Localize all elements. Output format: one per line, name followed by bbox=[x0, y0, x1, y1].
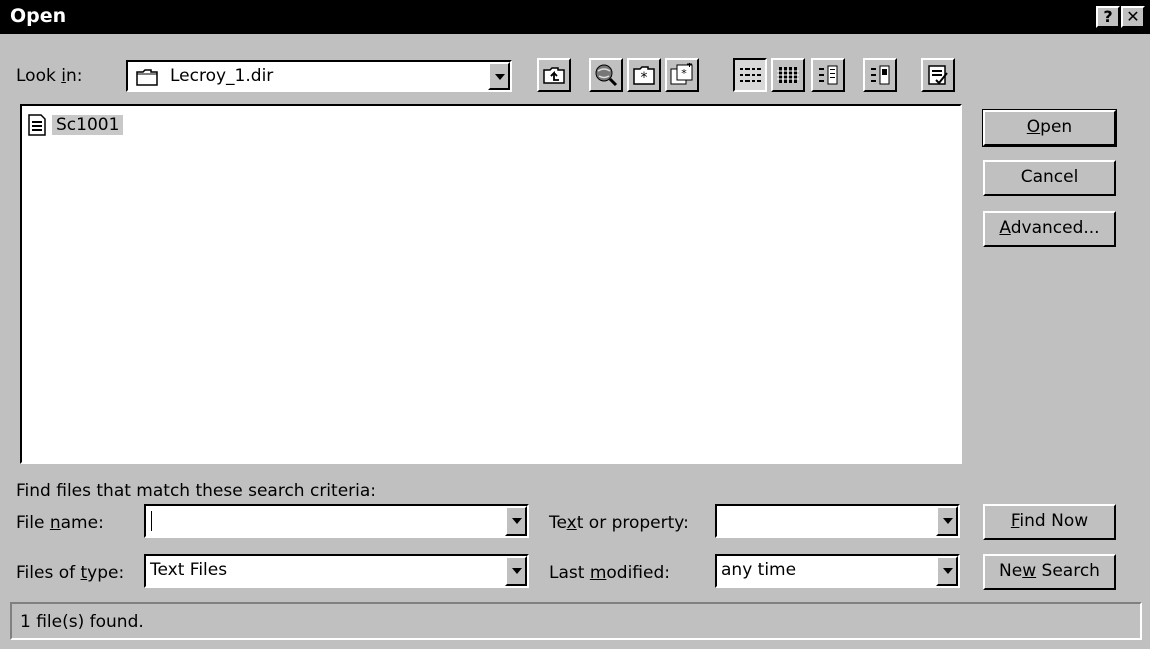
close-button[interactable]: ✕ bbox=[1121, 6, 1145, 28]
text-property-label: Text or property: bbox=[549, 513, 689, 533]
files-of-type-label: Files of type: bbox=[16, 563, 125, 583]
svg-text:*: * bbox=[681, 67, 687, 80]
add-favorites-icon: * bbox=[633, 66, 655, 85]
look-in-label: Look in: bbox=[16, 66, 83, 86]
preview-view-button[interactable] bbox=[863, 58, 897, 92]
list-item[interactable]: Sc1001 bbox=[28, 114, 124, 136]
files-of-type-combo[interactable]: Text Files bbox=[144, 554, 529, 588]
text-property-dropdown-button[interactable] bbox=[936, 506, 958, 536]
file-list[interactable]: Sc1001 bbox=[20, 104, 962, 464]
search-web-icon bbox=[595, 64, 618, 87]
look-in-combo[interactable]: Lecroy_1.dir bbox=[126, 60, 512, 92]
search-web-button[interactable] bbox=[589, 58, 623, 92]
look-in-favorites-button[interactable]: * bbox=[665, 58, 699, 92]
open-button[interactable]: Open bbox=[982, 109, 1117, 147]
look-in-value: Lecroy_1.dir bbox=[170, 66, 274, 86]
file-name: Sc1001 bbox=[52, 115, 124, 135]
add-favorites-button[interactable]: * bbox=[627, 58, 661, 92]
commands-settings-icon bbox=[928, 65, 948, 85]
commands-settings-button[interactable] bbox=[921, 58, 955, 92]
properties-view-icon bbox=[819, 65, 838, 85]
status-bar: 1 file(s) found. bbox=[10, 602, 1142, 640]
text-property-combo[interactable] bbox=[715, 504, 960, 538]
new-search-button[interactable]: New Search bbox=[983, 554, 1116, 590]
list-view-icon bbox=[740, 68, 761, 82]
up-folder-icon bbox=[543, 67, 565, 84]
files-of-type-value: Text Files bbox=[150, 560, 228, 580]
help-button[interactable]: ? bbox=[1096, 6, 1120, 28]
folder-icon bbox=[136, 69, 158, 86]
details-view-icon bbox=[777, 67, 799, 83]
file-name-dropdown-button[interactable] bbox=[505, 506, 527, 536]
file-name-combo[interactable] bbox=[144, 504, 529, 538]
files-of-type-dropdown-button[interactable] bbox=[505, 556, 527, 586]
dialog-title: Open bbox=[10, 5, 67, 27]
open-dialog: Open ? ✕ Look in: Lecroy_1.dir * * Sc100… bbox=[0, 0, 1150, 649]
last-modified-label: Last modified: bbox=[549, 563, 670, 583]
look-in-dropdown-button[interactable] bbox=[488, 62, 510, 90]
last-modified-value: any time bbox=[721, 560, 797, 580]
last-modified-dropdown-button[interactable] bbox=[936, 556, 958, 586]
look-in-favorites-icon: * bbox=[670, 63, 693, 85]
cancel-button[interactable]: Cancel bbox=[983, 160, 1116, 196]
properties-view-button[interactable] bbox=[811, 58, 845, 92]
text-cursor bbox=[151, 511, 152, 531]
text-file-icon bbox=[28, 114, 46, 136]
search-criteria-label: Find files that match these search crite… bbox=[16, 481, 377, 501]
up-folder-button[interactable] bbox=[537, 58, 571, 92]
last-modified-combo[interactable]: any time bbox=[715, 554, 960, 588]
svg-text:*: * bbox=[641, 70, 648, 85]
advanced-button[interactable]: Advanced... bbox=[983, 211, 1116, 247]
file-name-label: File name: bbox=[16, 513, 104, 533]
find-now-button[interactable]: Find Now bbox=[983, 504, 1116, 540]
status-text: 1 file(s) found. bbox=[20, 612, 144, 632]
preview-view-icon bbox=[871, 65, 890, 85]
title-bar[interactable]: Open ? ✕ bbox=[0, 0, 1150, 34]
details-view-button[interactable] bbox=[771, 58, 805, 92]
list-view-button[interactable] bbox=[733, 58, 767, 92]
